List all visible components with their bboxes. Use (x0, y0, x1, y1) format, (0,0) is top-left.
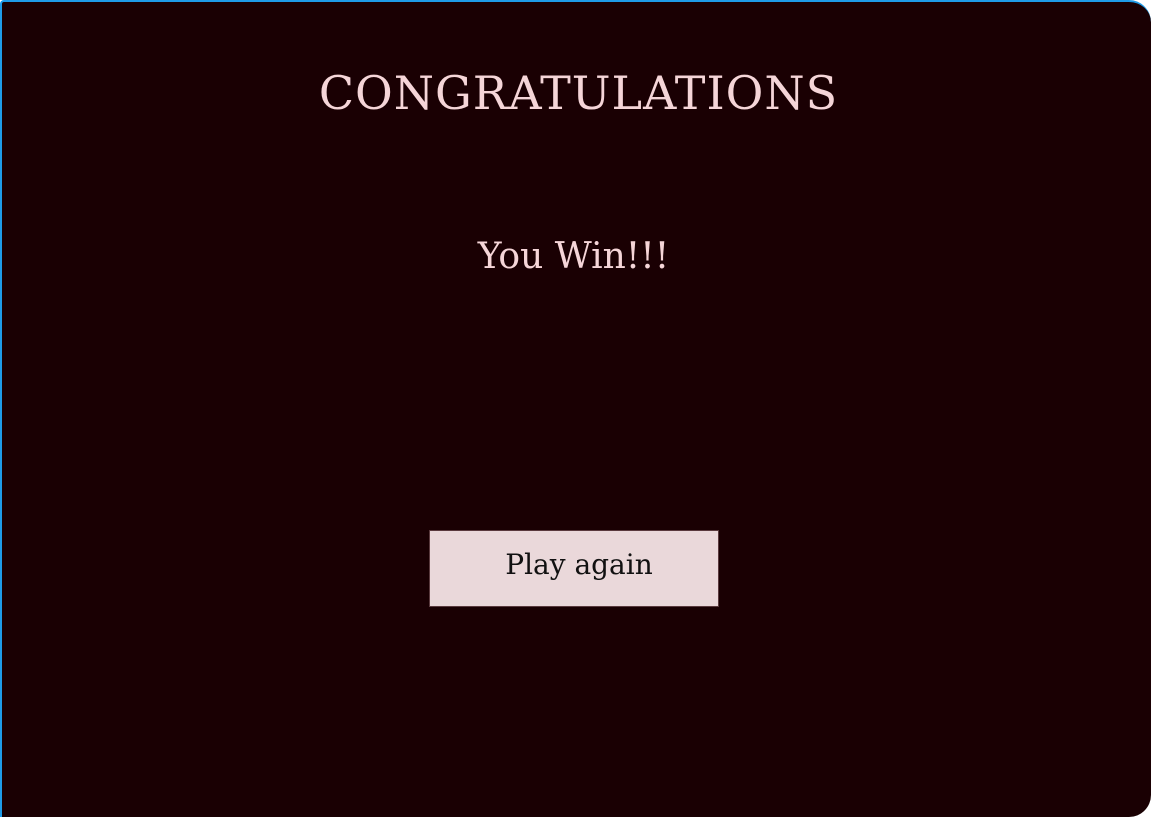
win-message: You Win!!! (477, 236, 670, 277)
play-again-button[interactable]: Play again (429, 530, 719, 607)
congratulations-title: CONGRATULATIONS (318, 66, 839, 120)
game-over-panel: CONGRATULATIONS You Win!!! Play again (0, 0, 1151, 817)
